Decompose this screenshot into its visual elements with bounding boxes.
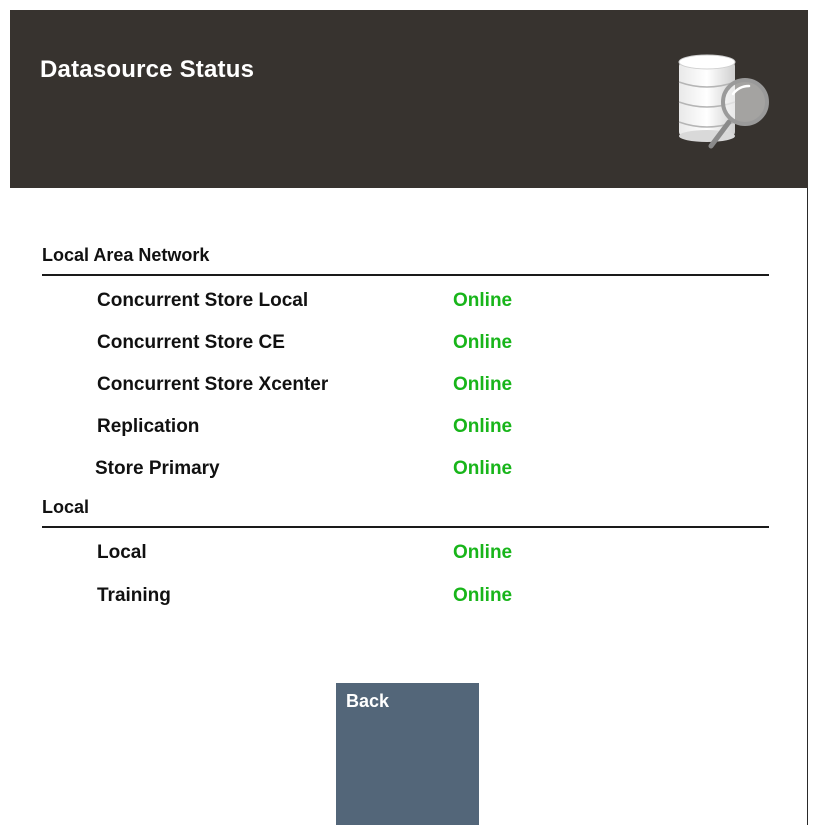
section-divider bbox=[42, 526, 769, 528]
status-badge: Online bbox=[453, 416, 513, 437]
row-name-concurrent-store-ce: Concurrent Store CE bbox=[97, 332, 285, 353]
back-button[interactable]: Back bbox=[336, 683, 479, 825]
section-title-local: Local bbox=[42, 497, 90, 517]
page-title: Datasource Status bbox=[40, 56, 255, 83]
status-badge: Online bbox=[453, 290, 513, 311]
header-bar: Datasource Status bbox=[10, 10, 808, 188]
row-name-store-primary: Store Primary bbox=[95, 458, 220, 479]
section-divider bbox=[42, 274, 769, 276]
datasource-status-window: Datasource Status Local Area Network Con… bbox=[10, 10, 808, 825]
status-badge: Online bbox=[453, 458, 513, 479]
row-name-replication: Replication bbox=[97, 416, 200, 437]
row-name-concurrent-store-xcenter: Concurrent Store Xcenter bbox=[97, 374, 329, 395]
section-title-local-area-network: Local Area Network bbox=[42, 245, 210, 265]
row-name-local: Local bbox=[97, 542, 147, 563]
database-search-icon bbox=[678, 54, 769, 149]
row-name-concurrent-store-local: Concurrent Store Local bbox=[97, 290, 309, 311]
row-name-training: Training bbox=[97, 585, 171, 606]
status-badge: Online bbox=[453, 542, 513, 563]
status-badge: Online bbox=[453, 585, 513, 606]
status-badge: Online bbox=[453, 332, 513, 353]
status-badge: Online bbox=[453, 374, 513, 395]
